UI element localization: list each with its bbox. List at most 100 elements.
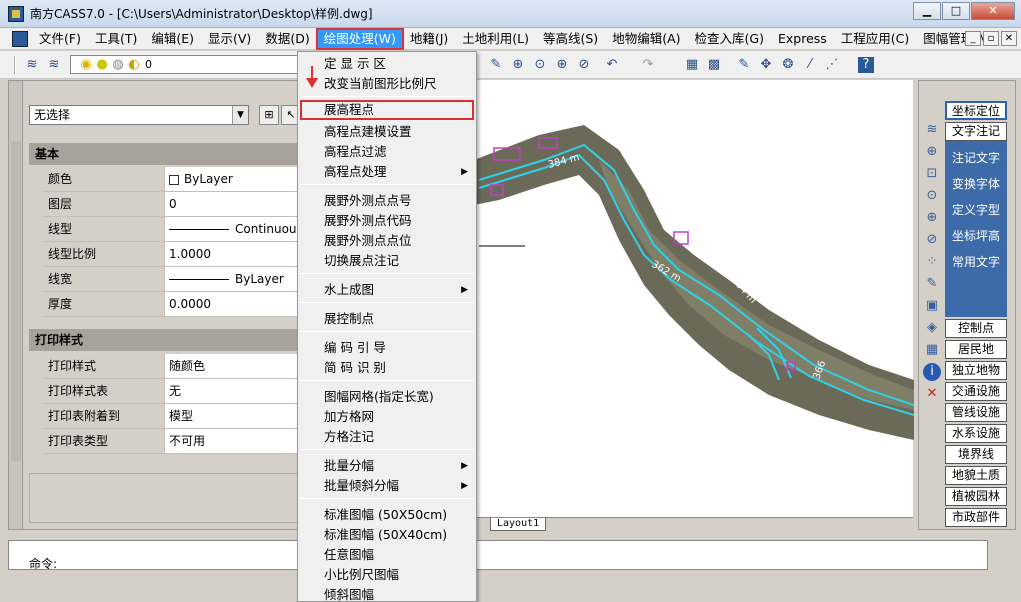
btn-municipal[interactable]: 市政部件 [945, 508, 1007, 527]
menu-item-oblique-sheet[interactable]: 倾斜图幅 [298, 585, 476, 602]
bulb-icon[interactable]: ◉ [78, 57, 94, 73]
btn-transport[interactable]: 交通设施 [945, 382, 1007, 401]
zoom-in-icon[interactable]: ⊕ [554, 57, 570, 73]
measure-icon[interactable]: ◈ [923, 319, 941, 337]
layer-state-icon[interactable]: ≋ [46, 57, 62, 73]
btn-landform[interactable]: 地貌土质 [945, 466, 1007, 485]
document-icon[interactable] [12, 30, 28, 47]
zoom-previous-icon[interactable]: ⊘ [923, 231, 941, 249]
menu-cadastre[interactable]: 地籍(J) [403, 29, 455, 49]
item-define-font[interactable]: 定义字型 [945, 201, 1007, 218]
layer-manager-icon[interactable]: ≋ [24, 57, 40, 73]
menu-item-sheet-grid[interactable]: 图幅网格(指定长宽) [298, 387, 476, 407]
prop-row-layer[interactable]: 图层 0 [43, 192, 299, 217]
zoom-window-icon[interactable]: ⊙ [923, 187, 941, 205]
edit-icon[interactable]: ▣ [923, 297, 941, 315]
lock-open-icon[interactable]: ◐ [126, 57, 142, 73]
minimize-button[interactable]: ▁ [913, 2, 941, 20]
menu-item-standard-sheet-50x40[interactable]: 标准图幅 (50X40cm) [298, 525, 476, 545]
btn-control-point[interactable]: 控制点 [945, 319, 1007, 338]
prop-row-plot-table-type[interactable]: 打印表类型 不可用 [43, 429, 299, 454]
zoom-previous-icon[interactable]: ⊘ [576, 57, 592, 73]
menu-express[interactable]: Express [771, 29, 834, 49]
menu-item-plot-elevation-points[interactable]: 展高程点 [300, 100, 474, 120]
menu-item-code-guide[interactable]: 编 码 引 导 [298, 338, 476, 358]
zoom-icon[interactable]: ⊕ [923, 143, 941, 161]
match-properties-icon[interactable]: ▦ [684, 57, 700, 73]
zoom-realtime-icon[interactable]: ⊕ [510, 57, 526, 73]
grid-icon[interactable]: ▩ [706, 57, 722, 73]
delete-icon[interactable]: ✕ [923, 385, 941, 403]
item-coordinate-slope[interactable]: 坐标坪高 [945, 227, 1007, 244]
menu-item-small-scale-sheet[interactable]: 小比例尺图幅 [298, 565, 476, 585]
menu-item-toggle-point-annotation[interactable]: 切换展点注记 [298, 251, 476, 271]
menu-tools[interactable]: 工具(T) [88, 29, 144, 49]
help-icon[interactable]: ? [858, 57, 874, 73]
menu-file[interactable]: 文件(F) [32, 29, 88, 49]
zoom-extents-icon[interactable]: ⊡ [923, 165, 941, 183]
menu-feature-edit[interactable]: 地物编辑(A) [605, 29, 687, 49]
command-line[interactable]: 命令: [8, 540, 988, 571]
menu-contour[interactable]: 等高线(S) [536, 29, 605, 49]
btn-vegetation[interactable]: 植被园林 [945, 487, 1007, 506]
tab-layout1[interactable]: Layout1 [490, 518, 547, 531]
palette-scrollbar[interactable] [11, 141, 21, 461]
doc-close-button[interactable]: ✕ [1001, 31, 1017, 46]
menu-item-standard-sheet-50x50[interactable]: 标准图幅 (50X50cm) [298, 505, 476, 525]
menu-item-hydrographic-mapping[interactable]: 水上成图 ▶ [298, 280, 476, 300]
points-icon[interactable]: ⁘ [923, 253, 941, 271]
btn-independent-feature[interactable]: 独立地物 [945, 361, 1007, 380]
prop-row-plot-style[interactable]: 打印样式 随颜色 [43, 354, 299, 379]
btn-pipeline[interactable]: 管线设施 [945, 403, 1007, 422]
sun-icon[interactable]: ● [94, 57, 110, 73]
menu-item-elevation-model-settings[interactable]: 高程点建模设置 [298, 122, 476, 142]
prop-row-linetype-scale[interactable]: 线型比例 1.0000 [43, 242, 299, 267]
menu-item-elevation-filter[interactable]: 高程点过滤 [298, 142, 476, 162]
section-basic[interactable]: 基本 [29, 143, 299, 165]
btn-text-annotation[interactable]: 文字注记 [945, 122, 1007, 141]
menu-item-plot-field-point-positions[interactable]: 展野外测点点位 [298, 231, 476, 251]
btn-water-system[interactable]: 水系设施 [945, 424, 1007, 443]
maximize-button[interactable]: □ [942, 2, 970, 20]
prop-row-plot-table[interactable]: 打印样式表 无 [43, 379, 299, 404]
menu-item-plot-field-point-numbers[interactable]: 展野外测点点号 [298, 191, 476, 211]
menu-item-batch-sheeting[interactable]: 批量分幅 ▶ [298, 456, 476, 476]
menu-item-define-display-area[interactable]: 定 显 示 区 [298, 54, 476, 74]
menu-item-add-grid[interactable]: 加方格网 [298, 407, 476, 427]
layers-icon[interactable]: ≋ [923, 121, 941, 139]
menu-engineering[interactable]: 工程应用(C) [834, 29, 916, 49]
move-icon[interactable]: ✥ [758, 57, 774, 73]
menu-data[interactable]: 数据(D) [258, 29, 316, 49]
pencil-icon[interactable]: ✎ [923, 275, 941, 293]
table-icon[interactable]: ▦ [923, 341, 941, 359]
prop-row-plot-attached[interactable]: 打印表附着到 模型 [43, 404, 299, 429]
btn-coordinate-locate[interactable]: 坐标定位 [945, 101, 1007, 120]
info-icon[interactable]: i [923, 363, 941, 381]
lock-icon[interactable]: ◍ [110, 57, 126, 73]
selection-combo[interactable]: 无选择 ▼ [29, 105, 249, 125]
btn-boundary[interactable]: 境界线 [945, 445, 1007, 464]
menu-item-plot-field-point-codes[interactable]: 展野外测点代码 [298, 211, 476, 231]
menu-view[interactable]: 显示(V) [201, 29, 258, 49]
item-common-text[interactable]: 常用文字 [945, 253, 1007, 270]
quick-select-icon[interactable]: ⊞ [259, 105, 279, 125]
query-icon[interactable]: ❂ [780, 57, 796, 73]
menu-land-use[interactable]: 土地利用(L) [455, 29, 536, 49]
zoom-window-icon[interactable]: ⊙ [532, 57, 548, 73]
pan-tool-icon[interactable]: ✎ [488, 57, 504, 73]
menu-edit[interactable]: 编辑(E) [144, 29, 201, 49]
chevron-down-icon[interactable]: ▼ [232, 106, 248, 124]
prop-row-color[interactable]: 颜色 ByLayer [43, 167, 299, 192]
menu-item-grid-annotation[interactable]: 方格注记 [298, 427, 476, 447]
close-button[interactable]: ✕ [971, 2, 1015, 20]
menu-item-batch-oblique-sheeting[interactable]: 批量倾斜分幅 ▶ [298, 476, 476, 496]
doc-restore-button[interactable]: ▫ [983, 31, 999, 46]
btn-residential[interactable]: 居民地 [945, 340, 1007, 359]
menu-item-short-code-recognition[interactable]: 简 码 识 别 [298, 358, 476, 378]
undo-icon[interactable]: ↶ [604, 57, 620, 73]
menu-item-elevation-processing[interactable]: 高程点处理 ▶ [298, 162, 476, 182]
extend-icon[interactable]: ⋰ [824, 57, 840, 73]
menu-check-import[interactable]: 检查入库(G) [688, 29, 771, 49]
zoom-in-icon[interactable]: ⊕ [923, 209, 941, 227]
menu-item-arbitrary-sheet[interactable]: 任意图幅 [298, 545, 476, 565]
